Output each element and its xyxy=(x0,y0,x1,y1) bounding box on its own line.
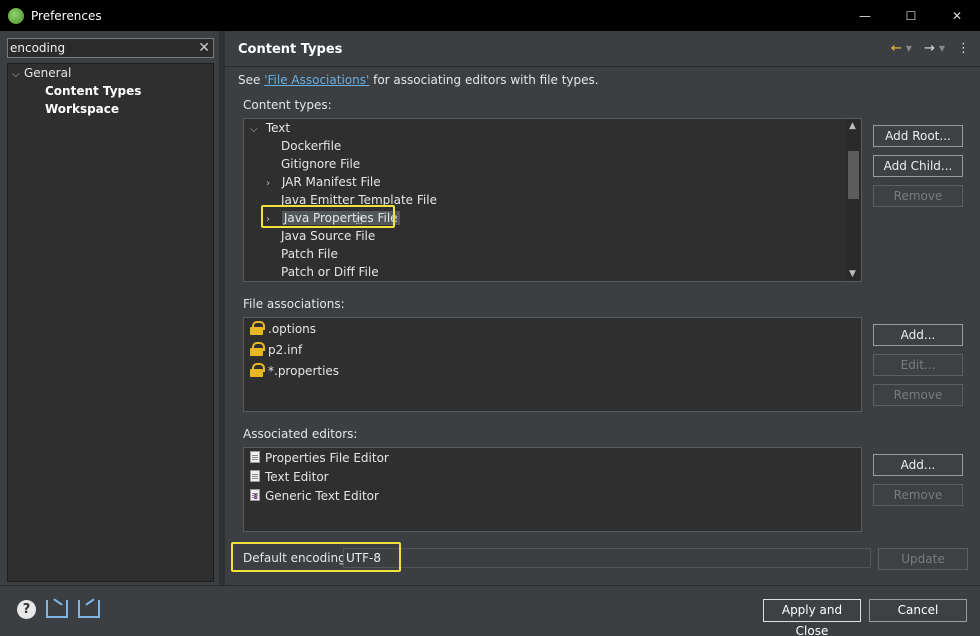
page-header: Content Types ← ▼ → ▼ ⋮ xyxy=(225,31,980,67)
window-title: Preferences xyxy=(31,8,102,23)
content-type-item[interactable]: › JAR Manifest File xyxy=(266,173,381,191)
tree-item-workspace[interactable]: Workspace xyxy=(45,100,119,118)
tree-item-label: Workspace xyxy=(45,102,120,116)
tree-item-label: General xyxy=(24,66,72,80)
editor-item[interactable]: Generic Text Editor xyxy=(250,487,379,506)
add-child-button[interactable]: Add Child... xyxy=(873,155,963,177)
content-types-label: Content types: xyxy=(243,98,332,112)
highlight-annotation xyxy=(231,542,401,572)
import-icon[interactable] xyxy=(46,600,68,618)
file-association-label: *.properties xyxy=(268,364,340,378)
description-prefix: See xyxy=(238,73,265,87)
forward-dropdown-icon[interactable]: ▼ xyxy=(939,44,945,53)
close-button[interactable]: ✕ xyxy=(934,0,980,31)
text-editor-icon xyxy=(250,470,260,482)
help-icon[interactable]: ? xyxy=(17,600,36,619)
file-associations-label: File associations: xyxy=(243,297,345,311)
remove-file-association-button[interactable]: Remove xyxy=(873,384,963,406)
forward-arrow-icon[interactable]: → xyxy=(924,41,935,56)
back-arrow-icon[interactable]: ← xyxy=(891,41,902,56)
chevron-down-icon[interactable]: ⌵ xyxy=(12,66,24,84)
file-association-item[interactable]: p2.inf xyxy=(250,340,302,361)
maximize-button[interactable]: ☐ xyxy=(888,0,934,31)
editor-item[interactable]: Properties File Editor xyxy=(250,449,389,468)
vertical-scrollbar[interactable]: ▲ ▼ xyxy=(846,119,861,281)
file-association-item[interactable]: .options xyxy=(250,319,316,340)
tree-item-general[interactable]: ⌵ General xyxy=(12,64,71,82)
content-types-tree[interactable]: ⌵ Text Dockerfile Gitignore File › JAR M… xyxy=(243,118,862,282)
editor-label: Text Editor xyxy=(265,470,329,484)
content-type-item[interactable]: Java Source File xyxy=(281,227,375,245)
file-associations-list[interactable]: .options p2.inf *.properties xyxy=(243,317,862,412)
editor-label: Generic Text Editor xyxy=(265,489,379,503)
filter-input[interactable] xyxy=(10,40,195,56)
pane-splitter[interactable] xyxy=(219,31,225,585)
chevron-right-icon[interactable]: › xyxy=(266,175,278,193)
content-type-label: JAR Manifest File xyxy=(281,175,381,189)
highlight-annotation xyxy=(261,205,395,228)
filter-field[interactable]: ✕ xyxy=(7,38,214,58)
editor-item[interactable]: Text Editor xyxy=(250,468,329,487)
tree-item-content-types[interactable]: Content Types xyxy=(45,82,141,100)
update-button[interactable]: Update xyxy=(878,548,968,570)
editor-label: Properties File Editor xyxy=(265,451,389,465)
file-association-label: .options xyxy=(268,322,317,336)
content-type-item[interactable]: Patch File xyxy=(281,245,338,263)
mouse-cursor-icon: ☝ xyxy=(355,213,363,228)
view-menu-icon[interactable]: ⋮ xyxy=(957,41,970,56)
lock-icon xyxy=(250,321,265,335)
add-editor-button[interactable]: Add... xyxy=(873,454,963,476)
file-association-item[interactable]: *.properties xyxy=(250,361,339,382)
scroll-up-icon[interactable]: ▲ xyxy=(849,121,856,131)
title-bar: Preferences — ☐ ✕ xyxy=(0,0,980,31)
remove-editor-button[interactable]: Remove xyxy=(873,484,963,506)
add-file-association-button[interactable]: Add... xyxy=(873,324,963,346)
description-suffix: for associating editors with file types. xyxy=(369,73,599,87)
lock-icon xyxy=(250,342,265,356)
associated-editors-list[interactable]: Properties File Editor Text Editor Gener… xyxy=(243,447,862,532)
remove-content-type-button[interactable]: Remove xyxy=(873,185,963,207)
content-type-label: Text xyxy=(265,121,291,135)
minimize-button[interactable]: — xyxy=(842,0,888,31)
content-type-item[interactable]: Gitignore File xyxy=(281,155,360,173)
clear-filter-icon[interactable]: ✕ xyxy=(198,40,210,56)
page-title: Content Types xyxy=(238,42,343,57)
tree-item-label: Content Types xyxy=(45,84,142,98)
scrollbar-thumb[interactable] xyxy=(848,151,859,199)
chevron-down-icon[interactable]: ⌵ xyxy=(250,121,262,139)
back-dropdown-icon[interactable]: ▼ xyxy=(906,44,912,53)
preference-tree: ⌵ General Content Types Workspace xyxy=(7,63,214,582)
lock-icon xyxy=(250,363,265,377)
add-root-button[interactable]: Add Root... xyxy=(873,125,963,147)
dialog-footer: ? Apply and Close Cancel xyxy=(0,585,980,636)
scroll-down-icon[interactable]: ▼ xyxy=(849,269,856,279)
associated-editors-label: Associated editors: xyxy=(243,427,358,441)
content-type-item[interactable]: ⌵ Text xyxy=(250,119,290,137)
generic-editor-icon xyxy=(250,489,260,501)
content-type-item[interactable]: Patch or Diff File xyxy=(281,263,379,281)
apply-and-close-button[interactable]: Apply and Close xyxy=(763,599,861,636)
app-icon xyxy=(8,7,24,24)
properties-editor-icon xyxy=(250,451,260,463)
file-association-label: p2.inf xyxy=(268,343,303,357)
export-icon[interactable] xyxy=(78,600,100,618)
description-line: See 'File Associations' for associating … xyxy=(238,73,599,87)
default-encoding-input[interactable] xyxy=(343,548,871,568)
file-associations-link[interactable]: 'File Associations' xyxy=(264,73,369,87)
cancel-button[interactable]: Cancel xyxy=(869,599,967,622)
edit-file-association-button[interactable]: Edit... xyxy=(873,354,963,376)
content-type-item[interactable]: Dockerfile xyxy=(281,137,341,155)
